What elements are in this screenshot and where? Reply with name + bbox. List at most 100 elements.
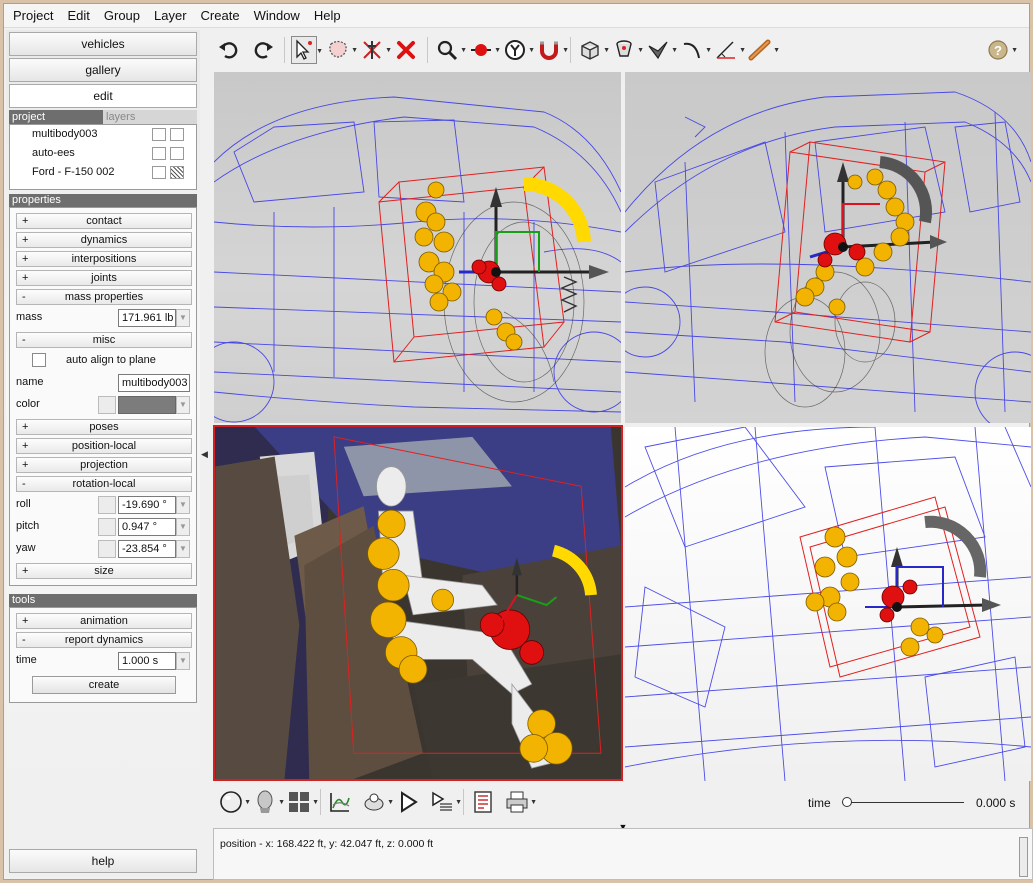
visibility-checkbox[interactable] — [152, 128, 166, 141]
group-mass-properties[interactable]: - mass properties — [16, 289, 192, 305]
pin-icon[interactable]: ▼ — [359, 36, 392, 64]
print-icon[interactable]: ▼ — [504, 788, 537, 816]
lock-checkbox[interactable] — [170, 128, 184, 141]
curve-icon[interactable]: ▼ — [679, 36, 712, 64]
select-arrow-icon[interactable]: ▼ — [291, 36, 323, 64]
magnet-icon[interactable]: ▼ — [536, 36, 569, 64]
auto-align-checkbox[interactable] — [32, 353, 46, 367]
group-animation[interactable]: + animation — [16, 613, 192, 629]
group-report-dynamics[interactable]: - report dynamics — [16, 632, 192, 648]
pitch-field[interactable]: 0.947 ° — [118, 518, 176, 536]
expand-icon: + — [22, 253, 29, 265]
tools-panel: + animation - report dynamics time 1.000 s… — [9, 607, 197, 703]
group-position-local[interactable]: + position-local — [16, 438, 192, 454]
lock-checkbox[interactable] — [170, 147, 184, 160]
plane-icon[interactable]: ▼ — [645, 36, 678, 64]
vehicles-button[interactable]: vehicles — [9, 32, 197, 56]
color-lock[interactable] — [98, 396, 116, 414]
group-interpositions[interactable]: + interpositions — [16, 251, 192, 267]
visibility-checkbox[interactable] — [152, 166, 166, 179]
layout-grid-icon[interactable]: ▼ — [286, 788, 319, 816]
collapse-panel-icon[interactable]: ◀ — [201, 449, 209, 463]
yaw-field[interactable]: -23.854 ° — [118, 540, 176, 558]
expand-icon: + — [22, 272, 29, 284]
pitch-dropdown[interactable]: ▼ — [176, 518, 190, 536]
name-label: name — [16, 376, 44, 388]
time-slider-knob[interactable] — [842, 797, 852, 807]
group-size[interactable]: + size — [16, 563, 192, 579]
menu-window[interactable]: Window — [247, 5, 307, 27]
time-label: time — [16, 654, 37, 666]
visibility-checkbox[interactable] — [152, 147, 166, 160]
shading-sphere-icon[interactable]: ▼ — [218, 788, 251, 816]
expand-icon: + — [22, 421, 29, 433]
mass-field[interactable]: 171.961 lb — [118, 309, 176, 327]
zoom-icon[interactable]: ▼ — [434, 36, 467, 64]
create-button[interactable]: create — [32, 676, 176, 694]
roll-dropdown[interactable]: ▼ — [176, 496, 190, 514]
help-button[interactable]: help — [9, 849, 197, 873]
play-icon[interactable] — [395, 788, 421, 816]
cube-icon[interactable]: ▼ — [577, 36, 610, 64]
expand-icon: + — [22, 234, 29, 246]
viewport-perspective[interactable] — [625, 72, 1031, 423]
viewport-top[interactable] — [625, 427, 1031, 781]
measure-icon[interactable]: ▼ — [713, 36, 746, 64]
menu-help[interactable]: Help — [307, 5, 348, 27]
group-poses[interactable]: + poses — [16, 419, 192, 435]
undo-icon[interactable] — [216, 36, 242, 64]
name-field[interactable]: multibody003 — [118, 374, 190, 392]
graph-icon[interactable] — [327, 788, 353, 816]
menu-edit[interactable]: Edit — [60, 5, 96, 27]
redo-icon[interactable] — [250, 36, 276, 64]
delete-x-icon[interactable] — [393, 36, 419, 64]
project-layers-tabs: project layers — [9, 110, 197, 124]
list-item[interactable]: Ford - F-150 002 — [10, 163, 196, 182]
color-swatch[interactable] — [118, 396, 176, 414]
time-dropdown[interactable]: ▼ — [176, 652, 190, 670]
viewport-render[interactable] — [213, 425, 623, 781]
tab-project[interactable]: project — [9, 110, 103, 124]
group-projection[interactable]: + projection — [16, 457, 192, 473]
y-axis-icon[interactable]: ▼ — [502, 36, 535, 64]
list-item[interactable]: auto-ees — [10, 144, 196, 163]
pitch-label: pitch — [16, 520, 40, 532]
menu-group[interactable]: Group — [97, 5, 147, 27]
group-dynamics[interactable]: + dynamics — [16, 232, 192, 248]
group-contact[interactable]: + contact — [16, 213, 192, 229]
gallery-button[interactable]: gallery — [9, 58, 197, 82]
menu-layer[interactable]: Layer — [147, 5, 194, 27]
roll-field[interactable]: -19.690 ° — [118, 496, 176, 514]
head-view-icon[interactable]: ▼ — [252, 788, 285, 816]
trajectory-icon[interactable]: ▼ — [361, 788, 394, 816]
help-icon[interactable]: ? ▼ — [985, 36, 1018, 64]
group-label: joints — [91, 272, 117, 284]
camera-mount-icon[interactable]: ▼ — [611, 36, 644, 64]
lasso-icon[interactable]: ▼ — [325, 36, 358, 64]
time-slider-track[interactable] — [842, 802, 964, 803]
expand-icon: + — [22, 459, 29, 471]
mass-dropdown[interactable]: ▼ — [176, 309, 190, 327]
yaw-dropdown[interactable]: ▼ — [176, 540, 190, 558]
tab-layers[interactable]: layers — [103, 110, 197, 124]
time-field[interactable]: 1.000 s — [118, 652, 176, 670]
group-label: mass properties — [64, 291, 144, 303]
color-dropdown[interactable]: ▼ — [176, 396, 190, 414]
group-misc[interactable]: - misc — [16, 332, 192, 348]
status-scrollbar[interactable] — [1019, 837, 1028, 877]
ruler-stick-icon[interactable]: ▼ — [747, 36, 780, 64]
move-icon[interactable]: ▼ — [468, 36, 501, 64]
list-item[interactable]: multibody003 — [10, 125, 196, 144]
group-rotation-local[interactable]: - rotation-local — [16, 476, 192, 492]
yaw-lock[interactable] — [98, 540, 116, 558]
group-joints[interactable]: + joints — [16, 270, 192, 286]
menu-project[interactable]: Project — [6, 5, 60, 27]
lock-checkbox[interactable] — [170, 166, 184, 179]
edit-button[interactable]: edit — [9, 84, 197, 108]
roll-lock[interactable] — [98, 496, 116, 514]
pitch-lock[interactable] — [98, 518, 116, 536]
playlist-icon[interactable]: ▼ — [429, 788, 462, 816]
menu-create[interactable]: Create — [194, 5, 247, 27]
viewport-side[interactable] — [214, 72, 621, 423]
report-icon[interactable] — [470, 788, 496, 816]
